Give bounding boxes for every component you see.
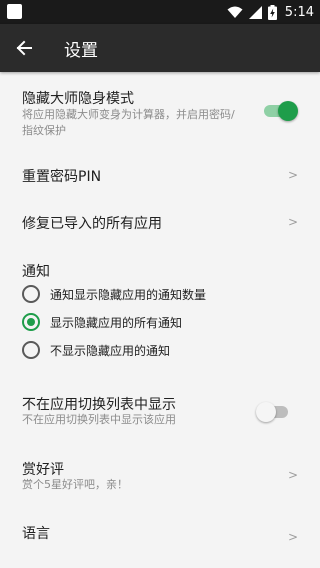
back-button[interactable] [10, 34, 38, 62]
arrow-back-icon [16, 40, 32, 56]
setting-repair-apps[interactable]: 修复已导入的所有应用 > [0, 199, 320, 245]
notification-option-count[interactable]: 通知显示隐藏应用的通知数量 [22, 283, 206, 305]
notification-option-label: 通知显示隐藏应用的通知数量 [50, 287, 207, 302]
setting-reset-pin[interactable]: 重置密码PIN > [0, 152, 320, 198]
chevron-right-icon: > [287, 530, 298, 544]
setting-hide-in-recents[interactable]: 不在应用切换列表中显示 不在应用切换列表中显示该应用 [0, 384, 320, 436]
app-bar: 设置 [0, 24, 320, 72]
chevron-right-icon: > [287, 215, 298, 229]
stealth-mode-title: 隐藏大师隐身模式 [22, 91, 134, 107]
reset-pin-title: 重置密码PIN [22, 169, 102, 185]
setting-language[interactable]: 语言 > [0, 514, 320, 560]
chevron-right-icon: > [287, 168, 298, 182]
chevron-right-icon: > [287, 468, 298, 482]
radio-checked-icon [22, 313, 40, 331]
radio-unchecked-icon [22, 341, 40, 359]
setting-stealth-mode[interactable]: 隐藏大师隐身模式 将应用隐藏大师变身为计算器，并启用密码/指纹保护 [0, 80, 320, 146]
toggle-thumb [278, 101, 298, 121]
stealth-mode-toggle[interactable] [262, 99, 298, 121]
status-bar: 5:14 [0, 0, 320, 24]
notification-icon [7, 4, 22, 19]
wifi-icon [227, 6, 243, 18]
hide-in-recents-subtitle: 不在应用切换列表中显示该应用 [22, 413, 176, 426]
toggle-thumb [256, 402, 276, 422]
language-title: 语言 [22, 526, 50, 542]
page-title: 设置 [64, 41, 98, 61]
setting-rate[interactable]: 赏好评 赏个5星好评吧，亲！ > [0, 452, 320, 502]
hide-in-recents-title: 不在应用切换列表中显示 [22, 397, 176, 413]
battery-charging-icon [267, 4, 277, 20]
notification-option-label: 显示隐藏应用的所有通知 [50, 315, 183, 330]
rate-title: 赏好评 [22, 462, 64, 478]
status-time: 5:14 [284, 4, 314, 20]
stealth-mode-subtitle: 将应用隐藏大师变身为计算器，并启用密码/指纹保护 [22, 108, 235, 137]
notification-option-label: 不显示隐藏应用的通知 [50, 343, 171, 358]
notification-option-none[interactable]: 不显示隐藏应用的通知 [22, 339, 170, 361]
notification-option-all[interactable]: 显示隐藏应用的所有通知 [22, 311, 182, 333]
rate-subtitle: 赏个5星好评吧，亲！ [22, 478, 128, 491]
hide-in-recents-toggle[interactable] [256, 400, 292, 422]
notifications-header: 通知 [22, 264, 50, 280]
status-icons: 5:14 [227, 0, 314, 24]
radio-unchecked-icon [22, 285, 40, 303]
signal-icon [248, 5, 262, 19]
repair-apps-title: 修复已导入的所有应用 [22, 216, 162, 232]
